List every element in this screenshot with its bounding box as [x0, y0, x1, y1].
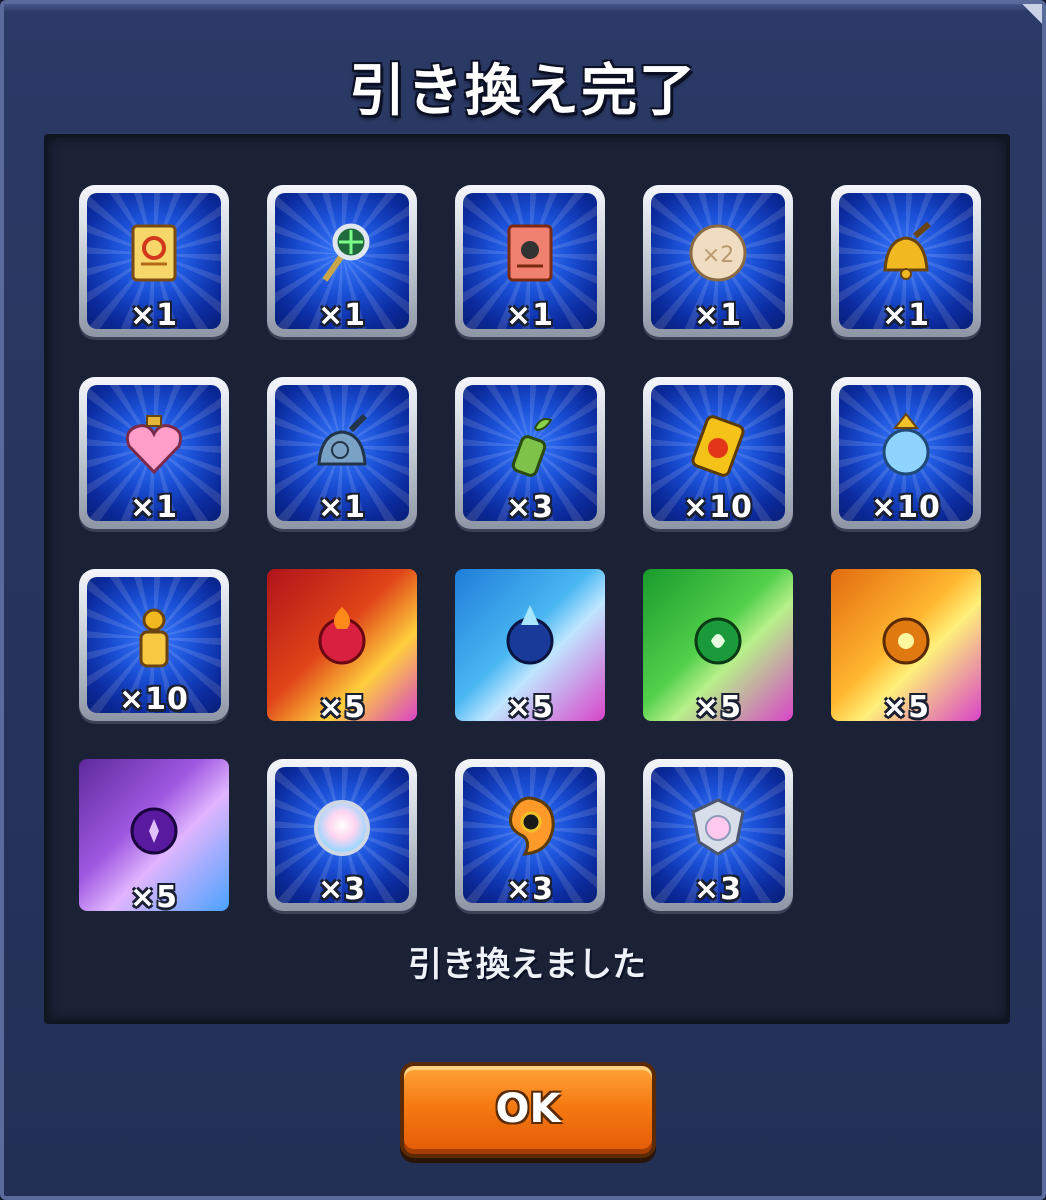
- item-quantity: ×5: [505, 690, 554, 721]
- item-tile-background: ×1: [463, 193, 597, 329]
- rainbow-crest-icon: [683, 792, 753, 862]
- item-tile: ×3: [267, 759, 417, 911]
- item-quantity: ×10: [871, 490, 941, 521]
- item-quantity: ×3: [505, 490, 554, 521]
- item-tile: ×5: [79, 759, 229, 911]
- dark-egg-icon: [119, 791, 189, 861]
- item-tile-background: ×5: [79, 759, 229, 911]
- clock-bell-icon: [307, 410, 377, 480]
- dialog-title: 引き換え完了: [349, 59, 697, 124]
- item-tile-background: ×1: [87, 385, 221, 521]
- magnifier-wand-icon: [307, 218, 377, 288]
- item-tile-background: ×3: [463, 767, 597, 903]
- wing-jar-icon: [871, 410, 941, 480]
- item-quantity: ×3: [693, 872, 742, 903]
- item-tile-background: ×10: [87, 577, 221, 713]
- item-tile-background: ×10: [839, 385, 973, 521]
- red-scroll-icon: [495, 218, 565, 288]
- item-tile: ×10: [643, 377, 793, 529]
- item-tile: ×2 ×1: [643, 185, 793, 337]
- rainbow-soul-icon: [495, 792, 565, 862]
- item-tile: ×1: [267, 185, 417, 337]
- item-tile-background: ×3: [275, 767, 409, 903]
- item-quantity: ×10: [683, 490, 753, 521]
- heart-potion-icon: [119, 410, 189, 480]
- item-tile-background: ×1: [839, 193, 973, 329]
- x2-cookie-icon: ×2: [683, 218, 753, 288]
- item-quantity: ×1: [129, 298, 178, 329]
- item-quantity: ×5: [881, 690, 930, 721]
- item-tile: ×3: [455, 377, 605, 529]
- item-quantity: ×5: [693, 690, 742, 721]
- item-tile: ×1: [79, 185, 229, 337]
- item-quantity: ×5: [129, 880, 178, 911]
- item-tile: ×10: [79, 569, 229, 721]
- light-egg-icon: [871, 601, 941, 671]
- sprout-bottle-icon: [495, 410, 565, 480]
- item-quantity: ×3: [505, 872, 554, 903]
- item-tile-background: ×10: [651, 385, 785, 521]
- item-tile-background: ×2 ×1: [651, 193, 785, 329]
- water-egg-icon: [495, 601, 565, 671]
- item-quantity: ×10: [119, 682, 189, 713]
- item-tile-background: ×1: [87, 193, 221, 329]
- item-quantity: ×3: [317, 872, 366, 903]
- gold-bell-icon: [871, 218, 941, 288]
- item-tile: ×5: [267, 569, 417, 721]
- item-quantity: ×1: [881, 298, 930, 329]
- item-tile: ×5: [831, 569, 981, 721]
- item-quantity: ×1: [693, 298, 742, 329]
- item-tile-background: ×3: [651, 767, 785, 903]
- result-message: 引き換えました: [408, 945, 646, 985]
- item-tile: ×1: [831, 185, 981, 337]
- fire-can-icon: [683, 410, 753, 480]
- item-tile-background: ×1: [275, 193, 409, 329]
- item-tile: ×5: [643, 569, 793, 721]
- item-quantity: ×1: [505, 298, 554, 329]
- item-quantity: ×1: [129, 490, 178, 521]
- item-quantity: ×1: [317, 298, 366, 329]
- item-tile-background: ×5: [643, 569, 793, 721]
- item-tile: ×3: [643, 759, 793, 911]
- item-tile: ×1: [267, 377, 417, 529]
- dialog-corner: [1002, 4, 1042, 44]
- fire-egg-icon: [307, 601, 377, 671]
- item-tile-background: ×1: [275, 385, 409, 521]
- gold-scroll-icon: [119, 218, 189, 288]
- item-quantity: ×5: [317, 690, 366, 721]
- item-tile-background: ×5: [455, 569, 605, 721]
- item-tile-background: ×5: [831, 569, 981, 721]
- svg-text:×2: ×2: [702, 243, 734, 268]
- item-tile: ×1: [79, 377, 229, 529]
- reward-dialog: 引き換え完了 ×1 ×1 ×1 ×2 ×1 ×1 ×1 ×1 ×3 ×10 ×10 ×10 ×5 ×5 ×5…: [0, 0, 1046, 1200]
- gold-pawn-icon: [119, 602, 189, 672]
- item-tile: ×3: [455, 759, 605, 911]
- ok-button[interactable]: OK: [400, 1062, 656, 1158]
- item-quantity: ×1: [317, 490, 366, 521]
- wood-egg-icon: [683, 601, 753, 671]
- item-tile: ×1: [455, 185, 605, 337]
- item-tile-background: ×3: [463, 385, 597, 521]
- item-tile: ×5: [455, 569, 605, 721]
- item-tile: ×10: [831, 377, 981, 529]
- item-panel: ×1 ×1 ×1 ×2 ×1 ×1 ×1 ×1 ×3 ×10 ×10 ×10 ×5 ×5 ×5 ×5 ×5 ×3 ×…: [44, 134, 1010, 1024]
- item-tile-background: ×5: [267, 569, 417, 721]
- rainbow-orb-icon: [307, 792, 377, 862]
